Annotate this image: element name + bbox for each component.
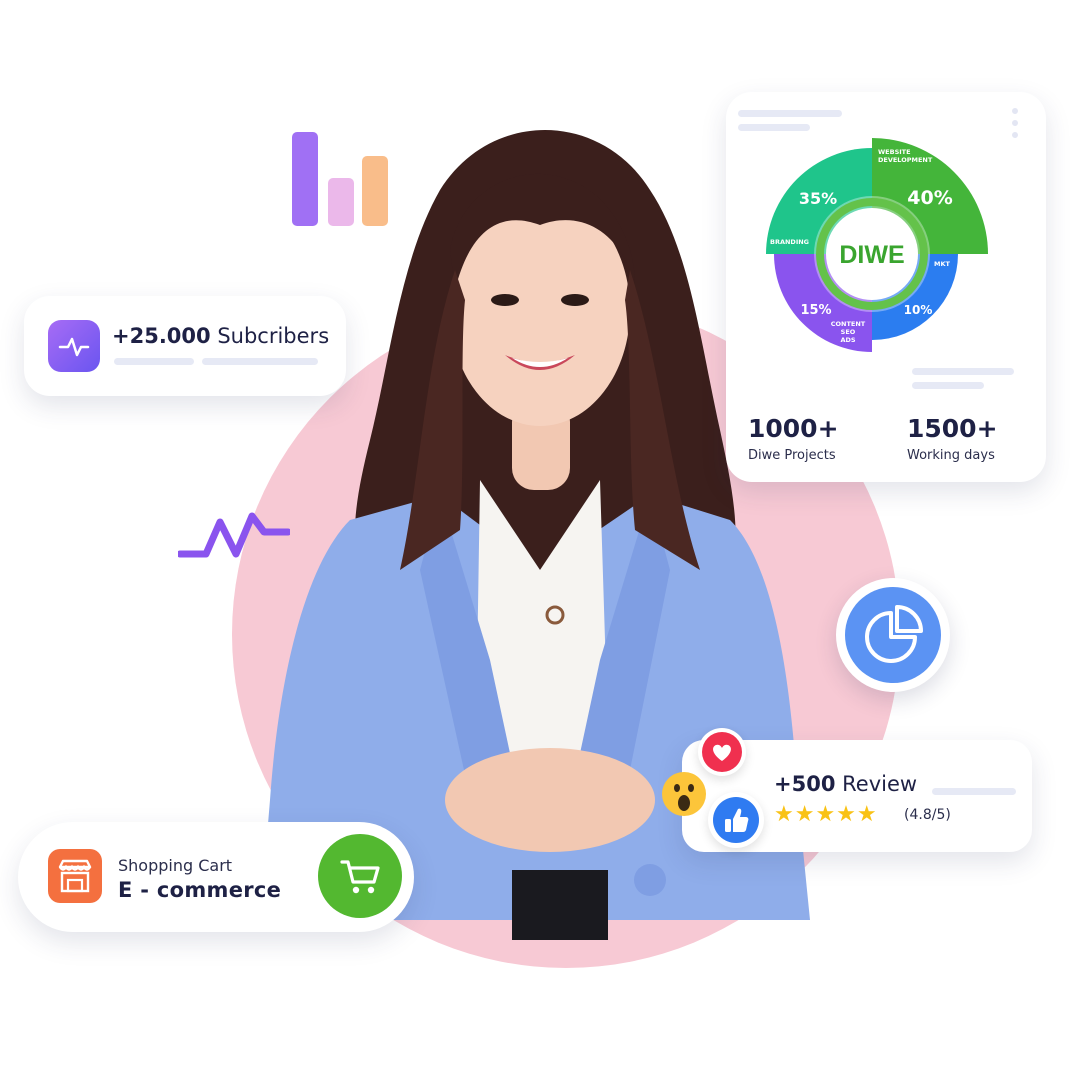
- shopping-cart-card: Shopping Cart E - commerce: [18, 822, 414, 932]
- rating-value: (4.8/5): [904, 807, 951, 823]
- rating-stars: ★★★★★: [774, 802, 878, 827]
- bar-chart-icon: [292, 132, 388, 226]
- percent-branding: 35%: [799, 189, 837, 208]
- label-branding: BRANDING: [770, 238, 809, 246]
- review-label: Review: [842, 772, 918, 796]
- pulse-wave-icon: [178, 512, 290, 558]
- thumbs-up-icon: [708, 792, 764, 848]
- subscribers-count: +25.000: [112, 324, 211, 348]
- percent-website: 40%: [907, 187, 952, 209]
- percent-content: 15%: [800, 303, 831, 318]
- hands: [445, 748, 655, 852]
- stats-card: DIWE 40% WEBSITE DEVELOPMENT 35% BRANDING…: [726, 92, 1046, 482]
- placeholder-line: [912, 368, 1014, 375]
- projects-label: Diwe Projects: [748, 448, 836, 463]
- label-mkt: MKT: [934, 260, 951, 268]
- placeholder-line: [202, 358, 318, 365]
- cart-label: Shopping Cart: [118, 856, 233, 875]
- activity-icon: [48, 320, 100, 372]
- placeholder-line: [912, 382, 984, 389]
- projects-value: 1000+: [748, 414, 839, 443]
- wow-emoji-icon: [660, 770, 708, 818]
- subscribers-label: Subcribers: [217, 324, 330, 348]
- subscribers-text: +25.000 Subcribers: [112, 324, 329, 348]
- eye-left: [491, 294, 519, 306]
- blazer-button: [634, 864, 666, 896]
- pie-chart-button[interactable]: [836, 578, 950, 692]
- days-label: Working days: [907, 448, 995, 463]
- placeholder-line: [738, 110, 842, 117]
- cart-title: E - commerce: [118, 878, 282, 902]
- more-vertical-icon[interactable]: [1010, 106, 1020, 142]
- heart-icon: [698, 728, 746, 776]
- pie-chart-icon: [845, 587, 941, 683]
- shopping-cart-icon: [340, 860, 380, 894]
- days-value: 1500+: [907, 414, 998, 443]
- donut-chart: DIWE 40% WEBSITE DEVELOPMENT 35% BRANDING…: [766, 138, 988, 352]
- label-website: WEBSITE DEVELOPMENT: [878, 148, 933, 164]
- subscribers-card: +25.000 Subcribers: [24, 296, 346, 396]
- shopping-cart-button[interactable]: [318, 834, 402, 918]
- diwe-logo: DIWE: [839, 241, 904, 269]
- eye-right: [561, 294, 589, 306]
- review-count: +500: [774, 772, 836, 796]
- review-title: +500 Review: [774, 772, 917, 796]
- percent-mkt: 10%: [904, 303, 933, 317]
- placeholder-line: [738, 124, 810, 131]
- placeholder-line: [932, 788, 1016, 795]
- storefront-icon: [48, 849, 102, 903]
- placeholder-line: [114, 358, 194, 365]
- trousers: [512, 870, 608, 940]
